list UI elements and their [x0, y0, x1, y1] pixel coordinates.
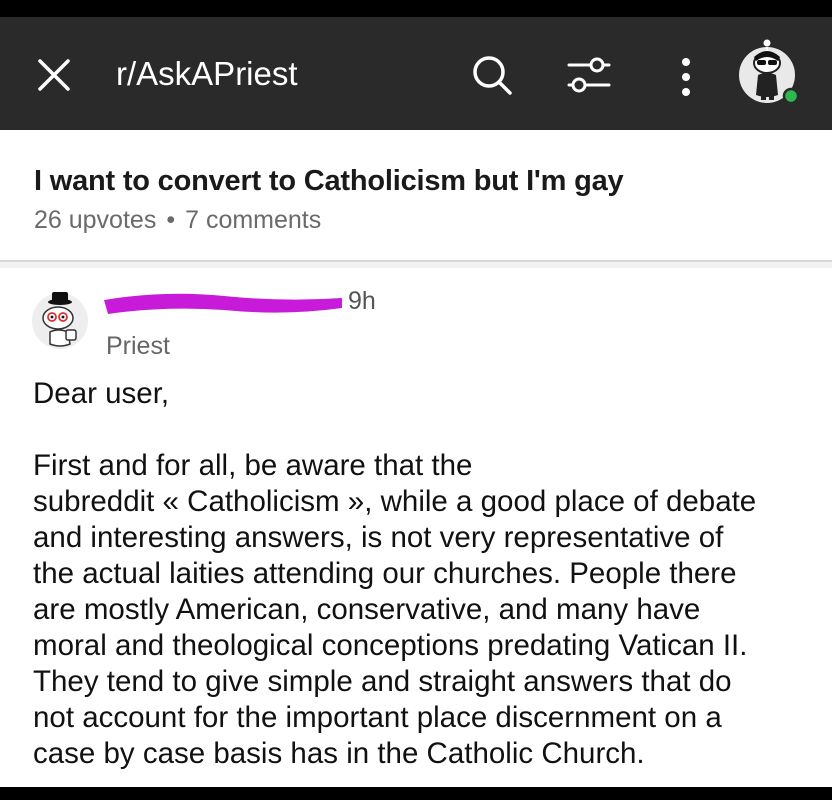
app-screen: r/AskAPriest I want to convert to Cathol…	[0, 17, 832, 787]
comment-line: subreddit « Catholicism », while a good …	[33, 485, 757, 518]
filter-icon	[567, 57, 611, 93]
filter-button[interactable]	[565, 55, 611, 95]
comment-count: 7 comments	[185, 206, 322, 234]
comment-timestamp: 9h	[348, 287, 376, 315]
comment-body: Dear user, First and for all, be aware t…	[33, 376, 813, 772]
comment-line: First and for all, be aware that the	[33, 449, 473, 482]
close-icon	[38, 59, 70, 91]
more-vertical-icon	[682, 58, 690, 96]
comment-line: not account for the important place disc…	[33, 701, 722, 734]
comment-line: are mostly American, conservative, and m…	[33, 593, 701, 626]
comment-line: moral and theological conceptions predat…	[33, 629, 748, 662]
redacted-username	[104, 293, 342, 314]
more-options-button[interactable]	[671, 55, 701, 99]
search-button[interactable]	[470, 53, 514, 97]
search-icon	[473, 56, 512, 95]
upvote-count: 26 upvotes	[34, 206, 157, 234]
post-title[interactable]: I want to convert to Catholicism but I'm…	[34, 164, 624, 198]
user-avatar	[739, 39, 800, 105]
snoo-priest-avatar-icon	[32, 292, 88, 349]
comment-line: case by case basis has in the Catholic C…	[33, 737, 645, 770]
comment-greeting: Dear user,	[33, 377, 170, 410]
subreddit-name[interactable]: r/AskAPriest	[116, 54, 298, 94]
close-button[interactable]	[36, 57, 72, 93]
comment-line: the actual laities attending our churche…	[33, 557, 737, 590]
commenter-avatar[interactable]	[30, 288, 90, 350]
meta-separator: •	[166, 206, 176, 234]
comment-line: and interesting answers, is not very rep…	[33, 521, 724, 554]
post-meta: 26 upvotes • 7 comments	[34, 205, 321, 235]
comment-card: 9h Priest Dear user, First and for all, …	[0, 268, 832, 787]
user-avatar-button[interactable]	[734, 39, 800, 105]
user-flair: Priest	[106, 332, 170, 360]
post-header: I want to convert to Catholicism but I'm…	[0, 130, 832, 262]
top-app-bar: r/AskAPriest	[0, 17, 832, 130]
comment-line: They tend to give simple and straight an…	[33, 665, 732, 698]
